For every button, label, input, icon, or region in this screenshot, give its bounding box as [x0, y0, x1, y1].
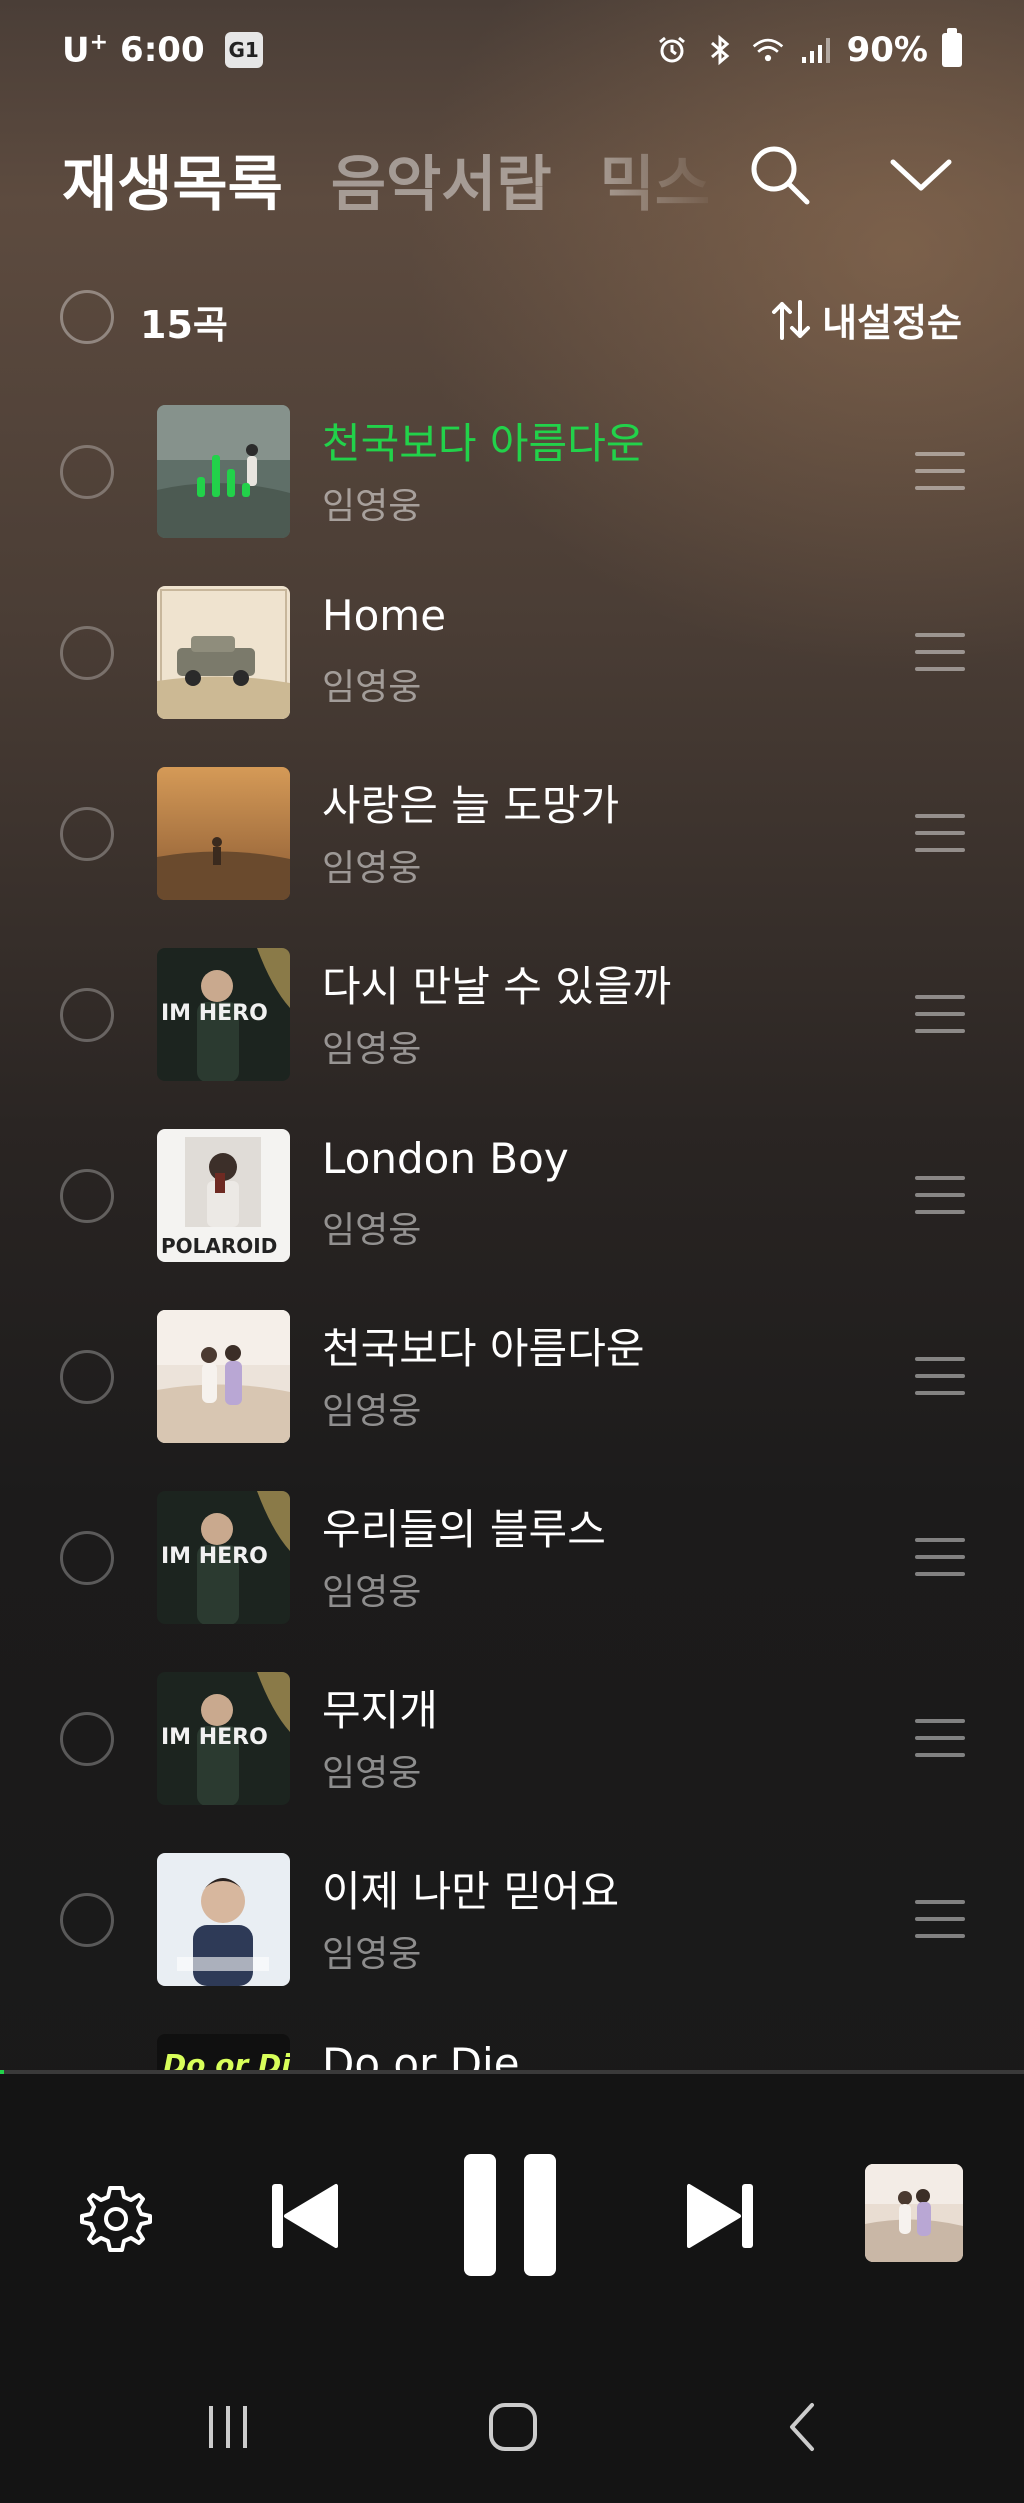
- song-title: 사랑은 늘 도망가: [322, 781, 620, 830]
- previous-track-icon[interactable]: [268, 2178, 340, 2254]
- search-icon[interactable]: [745, 140, 815, 210]
- album-art: [157, 767, 290, 900]
- system-nav-bar: [0, 2354, 1024, 2503]
- back-icon[interactable]: [772, 2399, 832, 2455]
- equalizer-playing-icon: [195, 451, 251, 497]
- drag-handle-icon[interactable]: [915, 1538, 965, 1576]
- song-title: Do or Die: [322, 2039, 520, 2070]
- song-select-checkbox[interactable]: [60, 1169, 114, 1223]
- clock: 6:00: [120, 30, 205, 71]
- song-row[interactable]: POLAROID London Boy 임영웅: [0, 1114, 1024, 1295]
- song-artist: 임영웅: [322, 1934, 422, 1975]
- song-title: 다시 만날 수 있을까: [322, 962, 672, 1011]
- drag-handle-icon[interactable]: [915, 633, 965, 671]
- song-list: 천국보다 아름다운 임영웅 Home 임영웅 사랑은 늘 도망가 임영웅 IM HERO 다시…: [0, 390, 1024, 2070]
- battery-level: 90%: [846, 30, 928, 70]
- song-artist: 임영웅: [322, 848, 422, 889]
- svg-text:IM HERO: IM HERO: [161, 1725, 268, 1750]
- album-art: [157, 1310, 290, 1443]
- alarm-icon: [655, 33, 689, 67]
- song-artist: 임영웅: [322, 1029, 422, 1070]
- song-row[interactable]: Home 임영웅: [0, 571, 1024, 752]
- svg-text:Do or Die: Do or Die: [163, 2048, 290, 2070]
- settings-icon[interactable]: [80, 2182, 152, 2254]
- svg-text:POLAROID: POLAROID: [161, 1234, 277, 1258]
- song-row[interactable]: 천국보다 아름다운임영웅: [0, 1295, 1024, 1476]
- song-row[interactable]: IM HERO 우리들의 블루스임영웅: [0, 1476, 1024, 1657]
- song-title: London Boy: [322, 1134, 569, 1183]
- svg-text:IM HERO: IM HERO: [161, 1001, 268, 1026]
- song-count: 15곡: [140, 303, 228, 347]
- drag-handle-icon[interactable]: [915, 452, 965, 490]
- sort-button[interactable]: 내설정순: [770, 292, 962, 347]
- status-bar: U+ 6:00 G1 90%: [0, 0, 1024, 110]
- song-select-checkbox[interactable]: [60, 807, 114, 861]
- song-title: Home: [322, 591, 447, 640]
- tab-playlist[interactable]: 재생목록: [62, 136, 283, 223]
- song-select-checkbox[interactable]: [60, 445, 114, 499]
- album-art: [157, 405, 290, 538]
- sort-icon: [772, 299, 811, 340]
- tab-music-drawer[interactable]: 음악서랍: [331, 136, 552, 223]
- song-row[interactable]: 이제 나만 믿어요임영웅: [0, 1838, 1024, 2019]
- song-row[interactable]: Do or DieDo or Die임영웅: [0, 2019, 1024, 2070]
- bluetooth-icon: [703, 33, 737, 67]
- select-all-checkbox[interactable]: [60, 290, 114, 344]
- g1-badge-icon: G1: [224, 32, 263, 69]
- song-artist: 임영웅: [322, 1391, 422, 1432]
- pause-icon[interactable]: [460, 2152, 560, 2278]
- song-select-checkbox[interactable]: [60, 1531, 114, 1585]
- tabs: 재생목록 음악서랍 믹스: [62, 136, 722, 223]
- next-track-icon[interactable]: [685, 2178, 757, 2254]
- status-left: U+ 6:00 G1: [62, 30, 263, 70]
- album-art: [157, 1853, 290, 1986]
- song-title: 우리들의 블루스: [322, 1505, 606, 1554]
- now-playing-album-art[interactable]: [865, 2164, 963, 2262]
- song-title: 천국보다 아름다운: [322, 419, 645, 468]
- mini-player: [0, 2074, 1024, 2354]
- tab-mix[interactable]: 믹스: [600, 136, 710, 223]
- album-art: IM HERO: [157, 948, 290, 1081]
- album-art: [157, 586, 290, 719]
- song-artist: 임영웅: [322, 486, 422, 527]
- song-select-checkbox[interactable]: [60, 626, 114, 680]
- signal-icon: [799, 33, 833, 67]
- drag-handle-icon[interactable]: [915, 1357, 965, 1395]
- carrier: U+: [62, 30, 109, 71]
- song-row[interactable]: IM HERO 무지개임영웅: [0, 1657, 1024, 1838]
- chevron-down-icon[interactable]: [885, 140, 957, 210]
- song-row[interactable]: IM HERO 다시 만날 수 있을까임영웅: [0, 933, 1024, 1114]
- drag-handle-icon[interactable]: [915, 1719, 965, 1757]
- song-select-checkbox[interactable]: [60, 1893, 114, 1947]
- wifi-icon: [751, 33, 785, 67]
- album-art: IM HERO: [157, 1491, 290, 1624]
- song-artist: 임영웅: [322, 1210, 422, 1251]
- song-title: 이제 나만 믿어요: [322, 1867, 620, 1916]
- battery-icon: [942, 28, 962, 67]
- home-icon[interactable]: [483, 2399, 543, 2455]
- album-art: Do or Die: [157, 2034, 290, 2070]
- song-artist: 임영웅: [322, 1753, 422, 1794]
- tab-bar: 재생목록 음악서랍 믹스: [0, 130, 1024, 230]
- recent-apps-icon[interactable]: [198, 2399, 258, 2455]
- song-title: 무지개: [322, 1686, 438, 1735]
- song-select-checkbox[interactable]: [60, 1712, 114, 1766]
- song-title: 천국보다 아름다운: [322, 1324, 645, 1373]
- sort-label: 내설정순: [822, 301, 962, 345]
- list-header: 15곡 내설정순: [0, 280, 1024, 360]
- drag-handle-icon[interactable]: [915, 1900, 965, 1938]
- drag-handle-icon[interactable]: [915, 995, 965, 1033]
- song-select-checkbox[interactable]: [60, 1350, 114, 1404]
- song-artist: 임영웅: [322, 667, 422, 708]
- drag-handle-icon[interactable]: [915, 1176, 965, 1214]
- status-right: 90%: [655, 28, 962, 70]
- song-row[interactable]: 사랑은 늘 도망가임영웅: [0, 752, 1024, 933]
- album-art: IM HERO: [157, 1672, 290, 1805]
- album-art: POLAROID: [157, 1129, 290, 1262]
- song-artist: 임영웅: [322, 1572, 422, 1613]
- song-row[interactable]: 천국보다 아름다운임영웅: [0, 390, 1024, 571]
- svg-text:IM HERO: IM HERO: [161, 1544, 268, 1569]
- drag-handle-icon[interactable]: [915, 814, 965, 852]
- song-select-checkbox[interactable]: [60, 988, 114, 1042]
